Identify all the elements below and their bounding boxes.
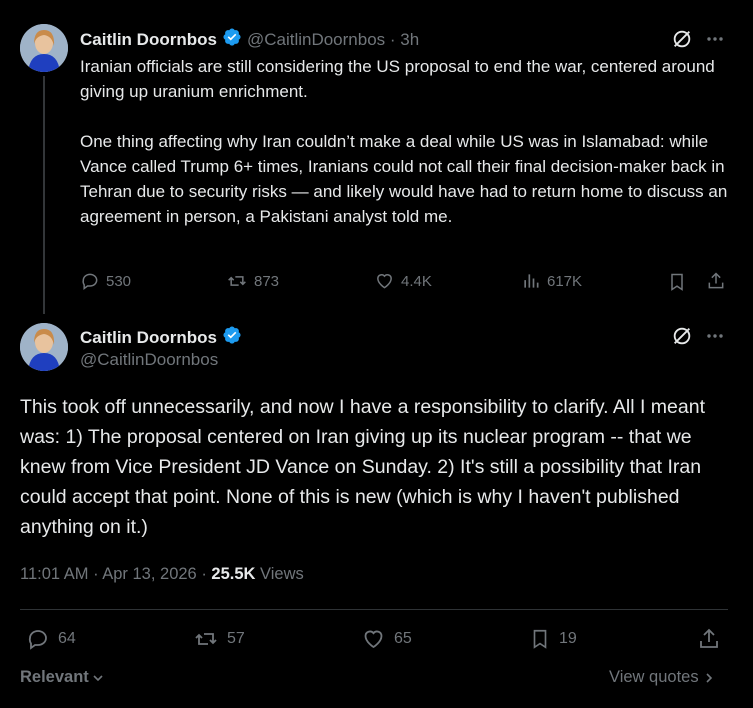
- share-button[interactable]: [697, 627, 721, 656]
- bookmark-button[interactable]: [667, 271, 687, 298]
- avatar[interactable]: [20, 323, 68, 371]
- more-options-icon[interactable]: [705, 326, 725, 351]
- grok-icon[interactable]: [671, 28, 693, 55]
- views-chart-icon: [524, 274, 539, 288]
- grok-icon[interactable]: [671, 325, 693, 352]
- repost-button[interactable]: 57: [193, 627, 245, 651]
- reply-button[interactable]: 64: [26, 627, 76, 651]
- bookmark-count: 19: [559, 630, 577, 647]
- verified-badge-icon: [222, 27, 242, 52]
- repost-icon: [228, 276, 246, 286]
- heart-icon: [377, 274, 392, 289]
- post-text: Iranian officials are still considering …: [80, 57, 728, 226]
- post-meta: 11:01 AM · Apr 13, 2026 · 25.5K Views: [20, 565, 304, 584]
- more-options-icon[interactable]: [705, 29, 725, 54]
- avatar[interactable]: [20, 24, 68, 72]
- reply-count: 64: [58, 630, 76, 647]
- like-button[interactable]: 4.4K: [374, 271, 432, 291]
- repost-count: 873: [254, 272, 280, 290]
- views-button[interactable]: 617K: [521, 271, 582, 291]
- bookmark-icon: [671, 273, 683, 291]
- thread-line: [43, 76, 45, 314]
- reply-icon: [28, 630, 47, 650]
- post-timestamp[interactable]: 11:01 AM · Apr 13, 2026 ·: [20, 565, 211, 583]
- author-name[interactable]: Caitlin Doornbos: [80, 328, 217, 348]
- post-text: This took off unnecessarily, and now I h…: [20, 396, 706, 538]
- chevron-down-icon: [93, 674, 103, 681]
- verified-badge-icon: [222, 325, 242, 350]
- views-count: 617K: [547, 272, 583, 290]
- like-button[interactable]: 65: [361, 627, 412, 651]
- avatar-image: [20, 323, 68, 371]
- sort-label: Relevant: [20, 668, 89, 686]
- sort-dropdown[interactable]: Relevant: [20, 668, 105, 687]
- repost-count: 57: [227, 630, 245, 647]
- chevron-right-icon: [706, 672, 712, 683]
- view-quotes-label: View quotes: [609, 668, 699, 686]
- reply-button[interactable]: 530: [80, 271, 131, 291]
- author-name[interactable]: Caitlin Doornbos: [80, 30, 217, 50]
- avatar-image: [20, 24, 68, 72]
- bookmark-button[interactable]: 19: [529, 627, 577, 651]
- views-count: 25.5K: [211, 565, 256, 583]
- share-icon: [700, 628, 718, 648]
- view-quotes-link[interactable]: View quotes: [609, 668, 715, 687]
- repost-icon: [195, 633, 217, 645]
- author-handle-time[interactable]: @CaitlinDoornbos · 3h: [247, 30, 419, 50]
- like-count: 65: [394, 630, 412, 647]
- heart-icon: [364, 630, 383, 649]
- reply-count: 530: [106, 272, 132, 290]
- share-icon: [708, 272, 724, 289]
- repost-button[interactable]: 873: [226, 271, 279, 291]
- author-handle[interactable]: @CaitlinDoornbos: [80, 350, 218, 370]
- bookmark-icon: [533, 629, 547, 649]
- share-button[interactable]: [706, 271, 726, 296]
- like-count: 4.4K: [401, 272, 432, 290]
- reply-icon: [82, 273, 98, 290]
- divider: [20, 609, 728, 610]
- views-label: Views: [255, 565, 304, 583]
